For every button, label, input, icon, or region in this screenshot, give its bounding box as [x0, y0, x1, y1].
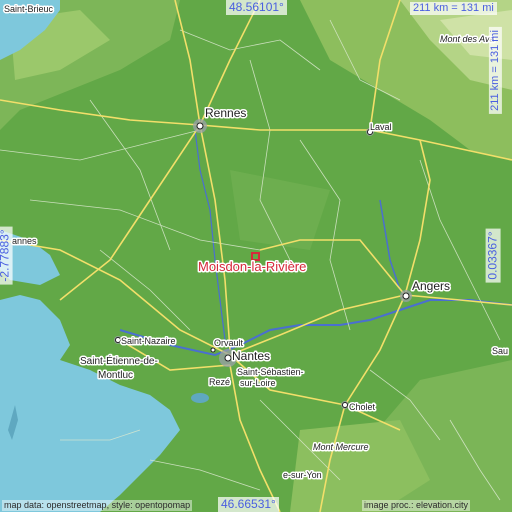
longitude-right-readout: 0.03367° — [485, 228, 501, 283]
label-vannes: annes — [12, 236, 37, 246]
label-saint-etienne-line1: Saint-Étienne-de- — [80, 354, 158, 367]
label-orvault: Orvault — [214, 338, 244, 348]
saint-nazaire-marker — [115, 337, 121, 343]
vertical-scale: 211 km = 131 mi — [488, 27, 502, 114]
label-la-roche-sur-yon: e-sur-Yon — [283, 470, 322, 480]
label-reze: Rezé — [209, 377, 230, 387]
map-canvas: Saint-Brieuc Rennes Laval Mont des Ava A… — [0, 0, 512, 512]
angers-marker — [402, 292, 410, 300]
label-saumur: Sau — [492, 346, 508, 356]
map-data-credit: map data: openstreetmap, style: opentopo… — [2, 500, 193, 511]
latitude-top-readout: 48.56101° — [226, 0, 287, 15]
longitude-left-readout: -2.77883° — [0, 226, 13, 285]
label-saint-sebastien-line1: Saint-Sébastien- — [237, 367, 304, 377]
image-processing-credit: image proc.: elevation.city — [362, 500, 471, 511]
label-laval: Laval — [370, 122, 392, 132]
label-mont-mercure: Mont Mercure — [313, 442, 369, 452]
map-view[interactable]: Saint-Brieuc Rennes Laval Mont des Ava A… — [0, 0, 512, 512]
latitude-bottom-readout: 46.66531° — [218, 497, 279, 512]
cholet-marker — [342, 402, 348, 408]
label-angers: Angers — [412, 279, 450, 293]
label-cholet: Cholet — [349, 402, 376, 412]
label-saint-brieuc: Saint-Brieuc — [4, 4, 54, 14]
rennes-marker — [196, 122, 204, 130]
orvault-marker — [210, 347, 216, 353]
label-mont-des-avaloirs: Mont des Ava — [440, 34, 495, 44]
label-moisdon-la-riviere: Moisdon-la-Rivière — [198, 259, 306, 274]
horizontal-scale: 211 km = 131 mi — [410, 2, 497, 15]
lac-de-grand-lieu — [191, 393, 209, 403]
label-rennes: Rennes — [205, 106, 246, 120]
label-saint-etienne-line2: Montluc — [98, 370, 133, 381]
label-nantes: Nantes — [232, 349, 270, 363]
label-saint-sebastien-line2: sur-Loire — [240, 378, 276, 388]
label-saint-nazaire: Saint-Nazaire — [121, 336, 176, 346]
nantes-marker — [224, 354, 232, 362]
